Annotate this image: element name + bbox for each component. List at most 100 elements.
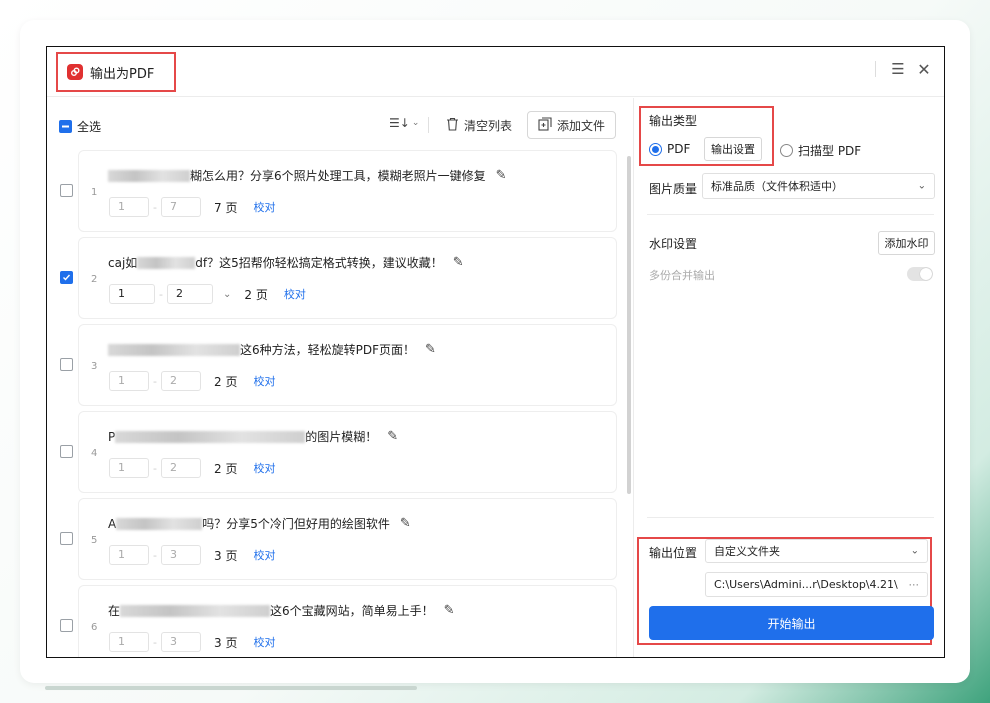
page-count: 2 页 (214, 461, 238, 476)
output-location-label: 输出位置 (649, 546, 698, 560)
page-count: 3 页 (214, 635, 238, 650)
output-settings-button[interactable]: 输出设置 (704, 137, 762, 161)
item-checkbox[interactable] (60, 358, 73, 371)
page-range: 1 - 2 2 页 校对 (109, 371, 275, 391)
redacted-text (115, 430, 306, 443)
sort-button[interactable]: ☰↓ ⌄ (389, 116, 419, 130)
select-all-label: 全选 (77, 120, 102, 134)
page-from-input[interactable]: 1 (109, 371, 149, 391)
add-files-label: 添加文件 (556, 118, 605, 133)
start-export-button[interactable]: 开始输出 (649, 606, 934, 640)
page-from-input[interactable]: 1 (109, 197, 149, 217)
more-icon[interactable]: ··· (909, 578, 920, 591)
close-icon[interactable]: ✕ (914, 59, 934, 79)
page-from-input[interactable]: 1 (109, 284, 155, 304)
window-title-highlight: 输出为PDF (56, 52, 176, 92)
item-checkbox[interactable] (60, 271, 73, 284)
divider (647, 214, 934, 215)
clear-list-button[interactable]: 清空列表 (446, 117, 512, 134)
radio-pdf[interactable]: PDF (649, 142, 690, 156)
list-scrollbar[interactable] (627, 156, 631, 494)
file-card (78, 150, 617, 232)
edit-icon[interactable]: ✎ (453, 255, 464, 270)
edit-icon[interactable]: ✎ (387, 429, 398, 444)
file-name: caj如 df？这5招帮你轻松搞定格式转换，建议收藏！ ✎ (108, 255, 464, 270)
radio-scan-pdf[interactable]: 扫描型 PDF (780, 142, 861, 159)
item-checkbox[interactable] (60, 619, 73, 632)
page-count: 2 页 (214, 374, 238, 389)
page-to-input[interactable]: 7 (161, 197, 201, 217)
add-files-button[interactable]: 添加文件 (527, 111, 616, 139)
proofread-link[interactable]: 校对 (253, 634, 275, 650)
item-checkbox[interactable] (60, 184, 73, 197)
item-index: 4 (91, 448, 98, 459)
list-item: 3 这6种方法，轻松旋转PDF页面！ ✎ 1 - 2 2 页 校对 (47, 324, 633, 408)
file-list-pane: 全选 ☰↓ ⌄ 清空列表 添加文件 1 糊怎么用？分享6个照片处理工具，模糊老照… (47, 98, 633, 657)
page-to-input[interactable]: 2 (161, 458, 201, 478)
title-bar: 输出为PDF ☰ ✕ (47, 47, 944, 97)
trash-icon (446, 117, 459, 134)
page-from-input[interactable]: 1 (109, 545, 149, 565)
output-location-select[interactable]: 自定义文件夹 ⌄ (705, 539, 928, 563)
file-card (78, 498, 617, 580)
horizontal-scroll-hint (45, 686, 417, 690)
select-all-checkbox[interactable]: 全选 (59, 118, 101, 135)
radio-unselected-icon (780, 144, 793, 157)
output-type-label: 输出类型 (649, 114, 698, 128)
item-checkbox[interactable] (60, 532, 73, 545)
redacted-text (108, 343, 240, 356)
list-item: 2 caj如 df？这5招帮你轻松搞定格式转换，建议收藏！ ✎ 1 - 2 ⌄ … (47, 237, 633, 321)
title-divider (875, 61, 876, 77)
item-index: 5 (91, 535, 98, 546)
chevron-down-icon: ⌄ (910, 545, 919, 557)
redacted-text (116, 517, 203, 530)
output-path-field[interactable]: C:\Users\Admini...r\Desktop\4.21\ ··· (705, 572, 928, 597)
file-name: A 吗？分享5个冷门但好用的绘图软件 ✎ (108, 516, 411, 531)
image-quality-label: 图片质量 (649, 182, 698, 196)
proofread-link[interactable]: 校对 (253, 199, 275, 215)
chevron-down-icon: ⌄ (411, 118, 420, 128)
page-count: 3 页 (214, 548, 238, 563)
redacted-text (120, 604, 271, 617)
item-checkbox[interactable] (60, 445, 73, 458)
page-range: 1 - 7 7 页 校对 (109, 197, 275, 217)
list-toolbar: 全选 ☰↓ ⌄ 清空列表 添加文件 (47, 98, 633, 150)
page-to-input[interactable]: 2 (161, 371, 201, 391)
page-from-input[interactable]: 1 (109, 458, 149, 478)
checkbox-partial-icon (59, 120, 72, 133)
proofread-link[interactable]: 校对 (284, 286, 306, 302)
file-list: 1 糊怎么用？分享6个照片处理工具，模糊老照片一键修复 ✎ 1 - 7 7 页 … (47, 150, 633, 657)
image-quality-select[interactable]: 标准品质（文件体积适中） ⌄ (702, 173, 935, 199)
page-to-input[interactable]: 2 (167, 284, 213, 304)
list-item: 1 糊怎么用？分享6个照片处理工具，模糊老照片一键修复 ✎ 1 - 7 7 页 … (47, 150, 633, 234)
proofread-link[interactable]: 校对 (253, 373, 275, 389)
page-to-input[interactable]: 3 (161, 545, 201, 565)
proofread-link[interactable]: 校对 (253, 460, 275, 476)
edit-icon[interactable]: ✎ (444, 603, 455, 618)
menu-icon[interactable]: ☰ (888, 59, 908, 79)
edit-icon[interactable]: ✎ (496, 168, 507, 183)
item-index: 6 (91, 622, 98, 633)
file-name: 这6种方法，轻松旋转PDF页面！ ✎ (108, 341, 436, 358)
edit-icon[interactable]: ✎ (425, 342, 436, 357)
merge-output-toggle[interactable] (907, 267, 933, 281)
list-item: 6 在 这6个宝藏网站，简单易上手！ ✎ 1 - 3 3 页 校对 (47, 585, 633, 657)
toolbar-divider (428, 117, 429, 133)
file-name: 糊怎么用？分享6个照片处理工具，模糊老照片一键修复 ✎ (108, 167, 507, 184)
add-watermark-button[interactable]: 添加水印 (878, 231, 935, 255)
file-card (78, 237, 617, 319)
page-count: 2 页 (244, 287, 268, 302)
divider (647, 517, 934, 518)
sort-icon: ☰↓ (389, 116, 410, 130)
item-index: 1 (91, 187, 98, 198)
edit-icon[interactable]: ✎ (400, 516, 411, 531)
list-item: 4 P 的图片模糊！ ✎ 1 - 2 2 页 校对 (47, 411, 633, 495)
page-from-input[interactable]: 1 (109, 632, 149, 652)
item-index: 3 (91, 361, 98, 372)
export-pdf-window: 输出为PDF ☰ ✕ 全选 ☰↓ ⌄ 清空列表 添加文件 1 糊怎么用？分享6个… (46, 46, 945, 658)
file-card (78, 411, 617, 493)
chevron-down-icon[interactable]: ⌄ (223, 289, 231, 300)
page-to-input[interactable]: 3 (161, 632, 201, 652)
redacted-text (108, 169, 190, 182)
proofread-link[interactable]: 校对 (253, 547, 275, 563)
